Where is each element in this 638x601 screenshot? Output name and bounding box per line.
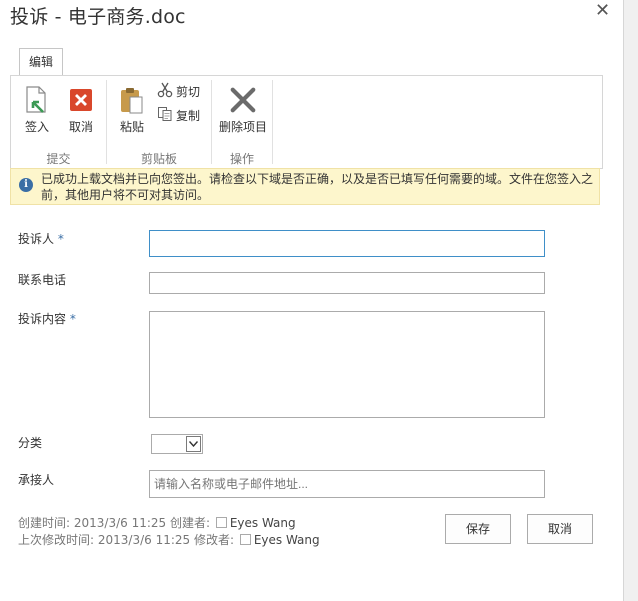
- info-bar: i 已成功上载文档并已向您签出。请检查以下域是否正确，以及是否已填写任何需要的域…: [10, 168, 600, 205]
- ribbon-group-actions: 删除项目 操作: [212, 76, 272, 168]
- content-label: 投诉内容 *: [18, 310, 76, 327]
- info-icon: i: [19, 178, 33, 192]
- presence-icon: [215, 517, 227, 528]
- paste-icon: [118, 86, 146, 114]
- phone-input[interactable]: [149, 272, 545, 294]
- modified-info: 上次修改时间: 2013/3/6 11:25 修改者: Eyes Wang: [18, 531, 320, 548]
- ribbon-separator: [272, 80, 273, 164]
- assignee-input[interactable]: [149, 470, 545, 498]
- ribbon-group-submit: 签入 取消 提交: [11, 76, 106, 168]
- modified-text: 上次修改时间: 2013/3/6 11:25 修改者:: [18, 533, 238, 547]
- modified-by-user[interactable]: Eyes Wang: [254, 533, 320, 547]
- required-marker: *: [69, 312, 76, 326]
- copy-label: 复制: [176, 109, 201, 123]
- info-message: 已成功上载文档并已向您签出。请检查以下域是否正确，以及是否已填写任何需要的域。文…: [41, 172, 594, 202]
- scissors-icon: [157, 82, 173, 101]
- delete-label: 删除项目: [218, 120, 267, 134]
- dialog-scrollbar-edge: [623, 0, 638, 601]
- copy-icon: [157, 106, 173, 125]
- paste-button[interactable]: 粘贴: [114, 86, 150, 135]
- checkin-icon: [23, 86, 51, 114]
- tab-edit[interactable]: 编辑: [19, 48, 63, 75]
- ribbon-group-clipboard: 粘贴 剪切 复制 剪贴板: [107, 76, 211, 168]
- complainant-input[interactable]: [149, 230, 545, 257]
- dialog-title: 投诉 - 电子商务.doc: [10, 6, 186, 28]
- created-by-user[interactable]: Eyes Wang: [230, 516, 296, 530]
- category-select[interactable]: [151, 434, 203, 454]
- cut-button[interactable]: 剪切: [157, 82, 200, 101]
- delete-icon: [229, 86, 257, 114]
- cancel-label: 取消: [68, 120, 93, 134]
- paste-label: 粘贴: [119, 120, 144, 134]
- save-button[interactable]: 保存: [445, 514, 511, 544]
- delete-item-button[interactable]: 删除项目: [216, 86, 270, 135]
- phone-label: 联系电话: [18, 273, 67, 287]
- cancel-button[interactable]: 取消: [527, 514, 593, 544]
- ribbon: 签入 取消 提交 粘贴 剪切 复制 剪贴板 删除项目 操作: [10, 75, 603, 169]
- close-icon[interactable]: ✕: [595, 0, 610, 21]
- presence-icon: [239, 534, 251, 545]
- complainant-label-text: 投诉人: [18, 232, 55, 246]
- cut-label: 剪切: [176, 85, 201, 99]
- copy-button[interactable]: 复制: [157, 106, 200, 125]
- created-text: 创建时间: 2013/3/6 11:25 创建者:: [18, 516, 214, 530]
- ribbon-group-label-actions: 操作: [229, 152, 254, 166]
- category-label: 分类: [18, 436, 43, 450]
- ribbon-group-label-clipboard: 剪贴板: [140, 152, 177, 166]
- chevron-down-icon[interactable]: [186, 436, 201, 452]
- content-label-text: 投诉内容: [18, 312, 67, 326]
- content-textarea[interactable]: [149, 311, 545, 418]
- cancel-checkout-button[interactable]: 取消: [63, 86, 99, 135]
- complainant-label: 投诉人 *: [18, 230, 64, 247]
- checkin-label: 签入: [24, 120, 49, 134]
- checkin-button[interactable]: 签入: [19, 86, 55, 135]
- ribbon-group-label-submit: 提交: [46, 152, 71, 166]
- cancel-icon: [67, 86, 95, 114]
- required-marker: *: [57, 232, 64, 246]
- assignee-label: 承接人: [18, 473, 55, 487]
- created-info: 创建时间: 2013/3/6 11:25 创建者: Eyes Wang: [18, 514, 296, 531]
